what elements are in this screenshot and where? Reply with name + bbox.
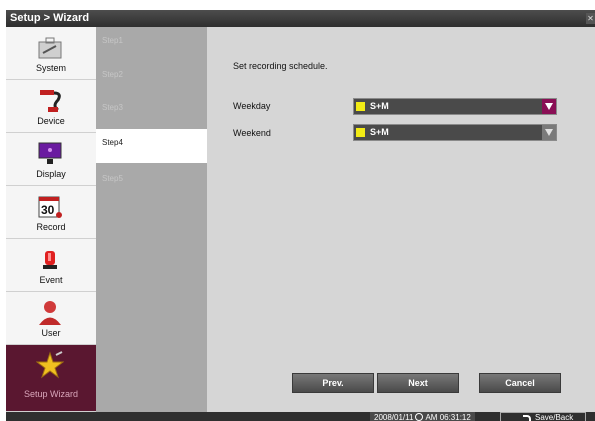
schedule-color-swatch: [356, 102, 365, 111]
main-panel: Set recording schedule. Weekday S+M Week…: [207, 27, 595, 412]
sidebar-item-display[interactable]: Display: [6, 133, 96, 186]
weekend-value: S+M: [370, 127, 389, 137]
schedule-color-swatch: [356, 128, 365, 137]
siren-icon: [43, 251, 57, 269]
calendar-record-icon: 30: [38, 196, 62, 218]
sidebar-item-label: System: [35, 63, 66, 73]
weekday-value: S+M: [370, 101, 389, 111]
setup-window: Setup > Wizard ✕ System Device Display 3…: [6, 10, 595, 421]
weekday-label: Weekday: [233, 101, 271, 111]
cable-icon: [40, 90, 61, 112]
time-text: 06:31:12: [439, 413, 471, 421]
ampm-text: AM: [425, 413, 438, 421]
title-bar: Setup > Wizard ✕: [6, 10, 595, 27]
monitor-icon: [38, 142, 62, 164]
step-5[interactable]: Step5: [96, 165, 207, 199]
prev-button[interactable]: Prev.: [292, 373, 374, 393]
chevron-down-icon[interactable]: [542, 99, 556, 114]
sidebar-item-record[interactable]: 30 Record: [6, 186, 96, 239]
sidebar-item-user[interactable]: User: [6, 292, 96, 345]
date-text: 2008/01/11: [374, 413, 414, 421]
wizard-star-icon: [36, 351, 64, 379]
sidebar-item-label: Device: [37, 116, 65, 126]
cancel-button[interactable]: Cancel: [479, 373, 561, 393]
step-4[interactable]: Step4: [96, 129, 207, 163]
user-icon: [39, 301, 61, 325]
sidebar-item-label: Setup Wizard: [23, 389, 79, 399]
sidebar-item-device[interactable]: Device: [6, 80, 96, 133]
sidebar-item-system[interactable]: System: [6, 27, 96, 80]
step-3[interactable]: Step3: [96, 94, 207, 128]
svg-text:30: 30: [41, 203, 55, 217]
sidebar-item-label: Record: [36, 222, 66, 232]
chevron-down-icon[interactable]: [542, 125, 556, 140]
status-bar: 2008/01/11 AM 06:31:12 Save/Back: [6, 412, 595, 421]
toolbox-icon: [38, 37, 62, 59]
save-back-button[interactable]: Save/Back: [500, 412, 586, 421]
window-title: Setup > Wizard: [10, 12, 90, 24]
weekday-dropdown[interactable]: S+M: [353, 98, 557, 115]
sidebar-item-setup-wizard[interactable]: Setup Wizard: [6, 345, 96, 412]
sidebar-item-label: Event: [39, 275, 63, 285]
next-button[interactable]: Next: [377, 373, 459, 393]
sidebar: System Device Display 30 Record Event Us…: [6, 27, 96, 412]
instruction-text: Set recording schedule.: [233, 61, 328, 71]
sidebar-item-label: Display: [36, 169, 66, 179]
clock-icon: [415, 413, 424, 421]
sidebar-item-label: User: [41, 328, 61, 338]
clock: 2008/01/11 AM 06:31:12: [370, 412, 475, 421]
step-list: Step1 Step2 Step3 Step4 Step5: [96, 27, 207, 412]
sidebar-item-event[interactable]: Event: [6, 239, 96, 292]
weekend-dropdown[interactable]: S+M: [353, 124, 557, 141]
step-1[interactable]: Step1: [96, 27, 207, 61]
save-back-label: Save/Back: [535, 413, 574, 421]
return-icon: [523, 415, 531, 421]
step-2[interactable]: Step2: [96, 61, 207, 95]
close-icon[interactable]: ✕: [586, 13, 595, 24]
weekend-label: Weekend: [233, 128, 271, 138]
